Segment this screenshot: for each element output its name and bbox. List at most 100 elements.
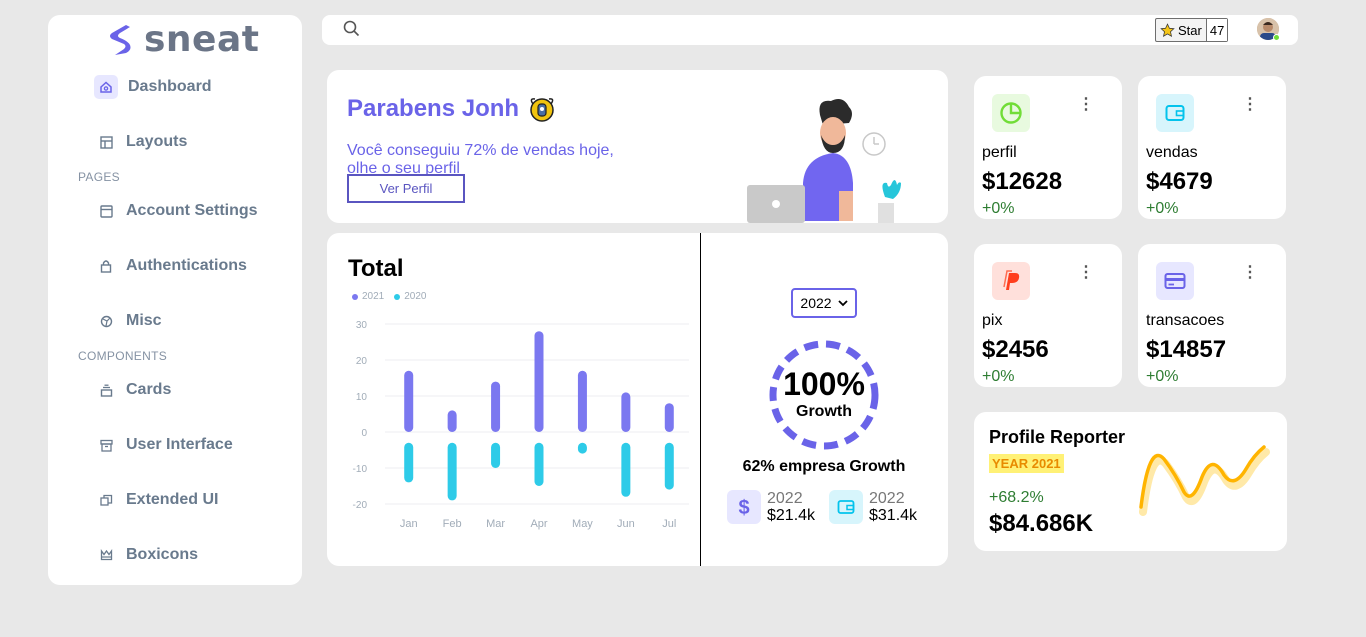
bar-2021 [447,410,457,432]
wallet-icon [829,490,863,524]
stat-change: +0% [982,368,1015,385]
x-tick-label: Jan [400,518,418,530]
growth-label: Growth [796,403,852,420]
stat-change: +0% [1146,200,1179,217]
x-tick-label: Apr [530,518,547,530]
sidebar-item-misc[interactable]: Misc [96,311,162,331]
cube-icon [96,311,116,331]
sidebar-item-account-settings[interactable]: Account Settings [96,201,258,221]
y-tick-label: 10 [356,392,368,403]
copy-icon [96,490,116,510]
sidebar-item-extended-ui[interactable]: Extended UI [96,490,218,510]
star-label: Star [1178,22,1202,38]
y-tick-label: -10 [353,464,368,475]
y-tick-label: -20 [353,500,368,511]
mini-stat-wallet: 2022 $31.4k [829,490,917,524]
bar-2021 [664,403,674,432]
trophy-icon [530,98,554,122]
bar-2021 [577,370,587,432]
mini-stat-dollar: $ 2022 $21.4k [727,490,815,524]
wallet-icon [1156,94,1194,132]
section-header-components: COMPONENTS [78,349,168,363]
sidebar-item-label: Misc [126,312,162,329]
stat-value: $14857 [1146,336,1227,363]
x-tick-label: Jun [617,518,635,530]
stat-change: +0% [982,200,1015,217]
stat-value: $4679 [1146,168,1213,195]
reporter-year-badge: YEAR 2021 [989,454,1064,473]
welcome-card: Parabens Jonh Você conseguiu 72% de vend… [327,70,948,223]
sidebar-item-layouts[interactable]: Layouts [96,132,187,152]
more-options-icon[interactable]: ⋮ [1078,97,1094,113]
profile-reporter-card: Profile Reporter YEAR 2021 +68.2% $84.68… [974,412,1287,551]
top-navbar: Star 47 [322,15,1298,45]
stat-value: $2456 [982,336,1049,363]
x-tick-label: Jul [662,518,676,530]
stat-card-transacoes: ⋮ transacoes $14857 +0% [1138,244,1286,387]
sidebar-item-label: Cards [126,381,172,398]
github-star-button[interactable]: Star 47 [1155,18,1229,42]
y-tick-label: 0 [361,428,367,439]
pie-chart-icon [992,94,1030,132]
window-icon [96,201,116,221]
star-section[interactable]: Star [1156,19,1207,41]
stat-value: $12628 [982,168,1063,195]
stat-name: perfil [982,144,1017,161]
total-bar-chart: 30 20 10 0 -10 -20 Jan Feb Mar Apr May Jun Jul [353,320,689,530]
paypal-icon [992,262,1030,300]
bar-2020 [447,442,457,501]
welcome-title-text: Parabens Jonh [347,95,520,122]
box-icon [96,435,116,455]
more-options-icon[interactable]: ⋮ [1078,265,1094,281]
credit-card-icon [1156,262,1194,300]
bar-2021 [621,392,631,432]
svg-text:$: $ [738,497,749,518]
bar-2021 [534,331,544,432]
welcome-message: Você conseguiu 72% de vendas hoje, olhe … [347,142,614,177]
sidebar-item-dashboard[interactable]: Dashboard [94,75,212,99]
brand-logo[interactable]: sneat [106,19,259,60]
view-profile-button[interactable]: Ver Perfil [347,174,465,203]
more-options-icon[interactable]: ⋮ [1242,97,1258,113]
stat-name: pix [982,312,1003,329]
y-tick-label: 30 [356,320,368,331]
bar-2020 [404,442,414,483]
layout-icon [96,132,116,152]
growth-percentage: 100% [783,366,865,402]
y-tick-label: 20 [356,356,368,367]
crown-icon [96,545,116,565]
reporter-title: Profile Reporter [989,427,1126,447]
chevron-down-icon [837,300,848,307]
mini-stat-amount: $31.4k [869,507,918,524]
mini-stat-year: 2022 [767,490,803,507]
collection-icon [96,380,116,400]
sidebar-item-user-interface[interactable]: User Interface [96,435,233,455]
sidebar-item-authentications[interactable]: Authentications [96,256,247,276]
stat-name: transacoes [1146,312,1225,329]
year-select[interactable]: 2022 [791,288,857,318]
sidebar-item-boxicons[interactable]: Boxicons [96,545,198,565]
mini-stat-amount: $21.4k [767,507,816,524]
sidebar-item-label: Extended UI [126,491,219,508]
sidebar-item-label: Boxicons [126,546,199,563]
bar-2020 [491,442,501,468]
online-status-dot [1273,34,1280,41]
brand-name: sneat [144,19,260,60]
stat-name: vendas [1146,144,1198,161]
reporter-sparkline [1139,445,1270,516]
x-tick-label: May [572,518,593,530]
star-icon [1160,22,1175,37]
bar-2020 [664,442,674,490]
home-icon [94,75,118,99]
total-revenue-card: Total 2021 2020 30 20 10 0 -10 -20 Jan Feb Mar Ap… [327,233,948,566]
sidebar: sneat Dashboard Layouts PAGES Account Se… [48,15,302,585]
x-tick-label: Mar [486,518,505,530]
star-count[interactable]: 47 [1206,19,1228,41]
stat-card-vendas: ⋮ vendas $4679 +0% [1138,76,1286,219]
more-options-icon[interactable]: ⋮ [1242,265,1258,281]
x-tick-label: Feb [443,518,462,530]
lock-icon [96,256,116,276]
sidebar-item-cards[interactable]: Cards [96,380,171,400]
sidebar-item-label: Layouts [126,133,188,150]
search-icon[interactable] [342,19,362,44]
